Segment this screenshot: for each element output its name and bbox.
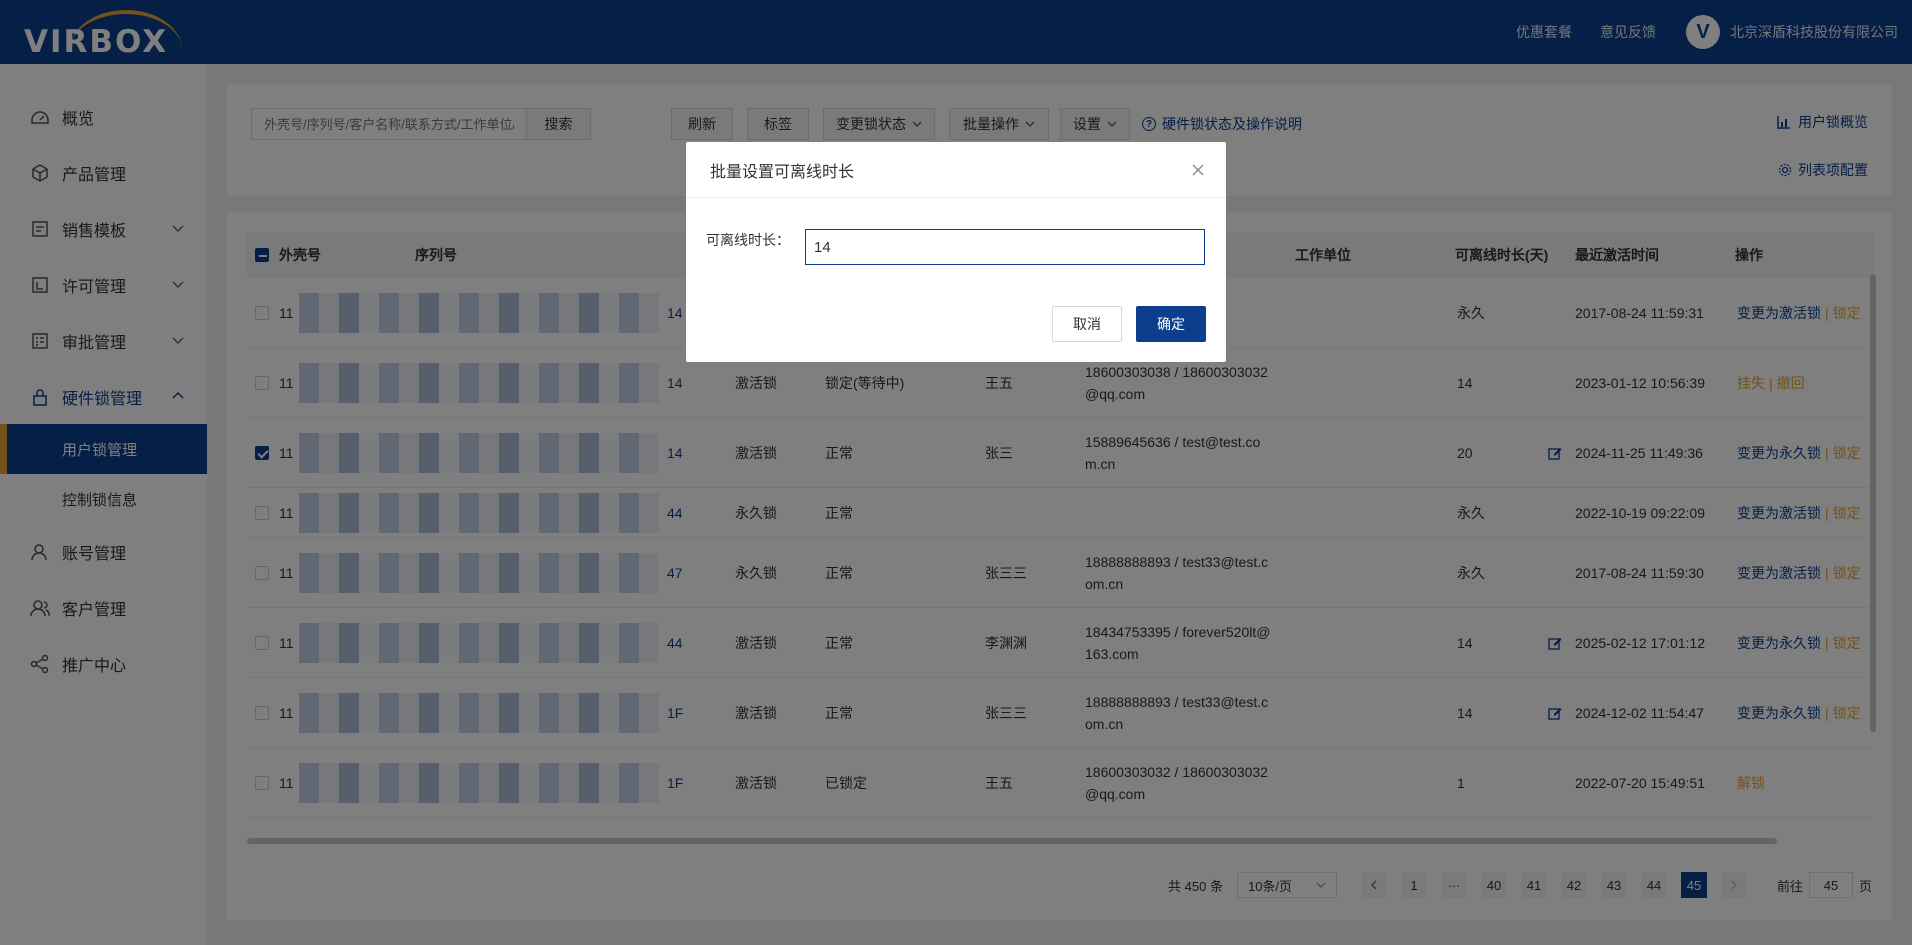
offline-duration-input[interactable] <box>805 229 1205 265</box>
confirm-button[interactable]: 确定 <box>1136 306 1206 342</box>
close-icon[interactable] <box>1190 162 1206 178</box>
cancel-button[interactable]: 取消 <box>1052 306 1122 342</box>
batch-offline-modal: 批量设置可离线时长 可离线时长： 取消 确定 <box>686 142 1226 362</box>
offline-duration-label: 可离线时长： <box>706 232 790 248</box>
modal-title: 批量设置可离线时长 <box>686 142 1226 198</box>
